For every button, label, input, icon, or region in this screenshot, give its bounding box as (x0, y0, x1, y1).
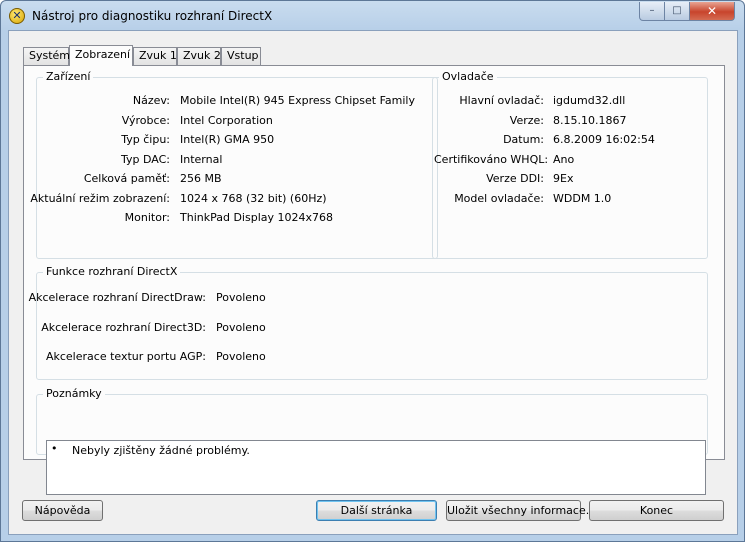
ddi-version-value: 9Ex (553, 172, 574, 185)
ddi-version-label: Verze DDI: (486, 172, 544, 185)
display-mode-label: Aktuální režim zobrazení: (30, 192, 170, 205)
drivers-group-title: Ovladače (439, 70, 497, 84)
window-title: Nástroj pro diagnostiku rozhraní DirectX (32, 9, 273, 23)
device-name-label: Název: (132, 94, 170, 107)
direct3d-label: Akcelerace rozhraní Direct3D: (41, 321, 206, 334)
dialog-client-area: Systém Zobrazení Zvuk 1 Zvuk 2 Vstup Zař… (8, 30, 738, 535)
tab-sound-2[interactable]: Zvuk 2 (177, 47, 221, 65)
monitor-label: Monitor: (124, 211, 170, 224)
help-button[interactable]: Nápověda (22, 500, 103, 521)
total-memory-label: Celková paměť: (83, 172, 170, 185)
note-bullet: • (51, 442, 58, 455)
main-driver-label: Hlavní ovladač: (459, 94, 544, 107)
title-bar[interactable]: ✕ Nástroj pro diagnostiku rozhraní Direc… (1, 1, 744, 31)
save-all-information-button[interactable]: Uložit všechny informace... (446, 500, 596, 521)
agp-value: Povoleno (216, 350, 266, 363)
whql-label: Certifikováno WHQL: (434, 153, 549, 166)
notes-textbox[interactable]: • Nebyly zjištěny žádné problémy. (46, 440, 706, 495)
driver-model-value: WDDM 1.0 (553, 192, 612, 205)
driver-date-value: 6.8.2009 16:02:54 (553, 133, 655, 146)
exit-button[interactable]: Konec (589, 500, 724, 521)
monitor-value: ThinkPad Display 1024x768 (180, 211, 333, 224)
manufacturer-value: Intel Corporation (180, 114, 273, 127)
total-memory-value: 256 MB (180, 172, 222, 185)
next-page-button[interactable]: Další stránka (316, 500, 437, 521)
display-mode-value: 1024 x 768 (32 bit) (60Hz) (180, 192, 327, 205)
notes-group-title: Poznámky (43, 387, 105, 401)
minimize-button[interactable]: – (639, 2, 665, 21)
tab-sound-1[interactable]: Zvuk 1 (133, 47, 177, 65)
agp-label: Akcelerace textur portu AGP: (45, 350, 206, 363)
directx-app-icon: ✕ (9, 8, 25, 24)
driver-model-label: Model ovladače: (454, 192, 544, 205)
device-group-title: Zařízení (43, 70, 94, 84)
whql-value: Ano (553, 153, 575, 166)
manufacturer-label: Výrobce: (121, 114, 170, 127)
main-driver-value: igdumd32.dll (553, 94, 626, 107)
tab-display[interactable]: Zobrazení (69, 45, 133, 66)
driver-date-label: Datum: (503, 133, 544, 146)
maximize-button[interactable]: □ (664, 2, 690, 21)
driver-version-label: Verze: (509, 114, 544, 127)
direct3d-value: Povoleno (216, 321, 266, 334)
driver-version-value: 8.15.10.1867 (553, 114, 627, 127)
chip-type-label: Typ čipu: (121, 133, 170, 146)
dac-type-value: Internal (180, 153, 223, 166)
note-text: Nebyly zjištěny žádné problémy. (72, 444, 250, 457)
chip-type-value: Intel(R) GMA 950 (180, 133, 275, 146)
tab-system[interactable]: Systém (23, 47, 70, 65)
close-button[interactable]: ✕ (689, 2, 735, 21)
tab-input[interactable]: Vstup (221, 47, 261, 65)
dac-type-label: Typ DAC: (121, 153, 170, 166)
directdraw-label: Akcelerace rozhraní DirectDraw: (28, 291, 206, 304)
directdraw-value: Povoleno (216, 291, 266, 304)
directx-diagnostic-window: ✕ Nástroj pro diagnostiku rozhraní Direc… (0, 0, 745, 542)
device-name-value: Mobile Intel(R) 945 Express Chipset Fami… (180, 94, 415, 107)
features-group-title: Funkce rozhraní DirectX (43, 265, 181, 279)
display-tab-panel: Zařízení Ovladače Funkce rozhraní Direct… (23, 65, 725, 495)
